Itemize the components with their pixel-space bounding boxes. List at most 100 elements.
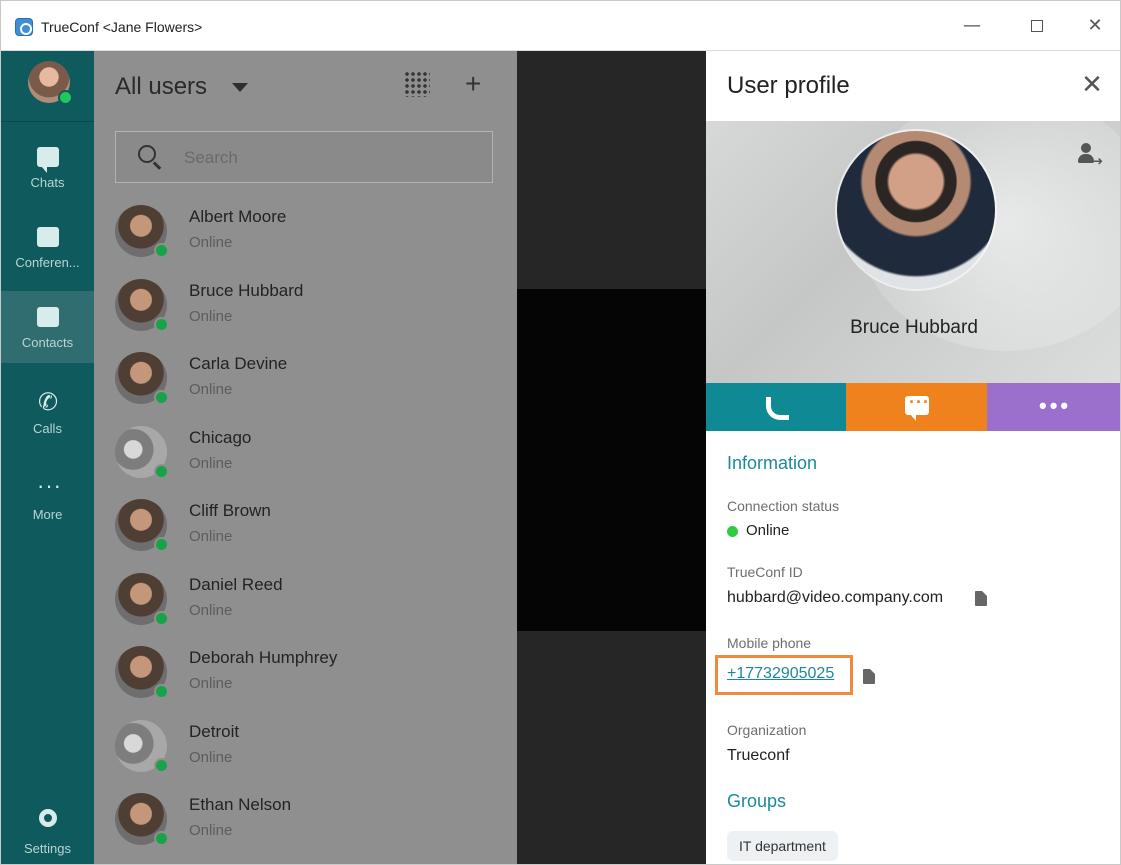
rail-item-label: Settings <box>24 841 71 856</box>
contact-name: Detroit <box>189 721 240 741</box>
rail-divider <box>1 121 94 122</box>
phone-icon <box>764 395 789 420</box>
chat-button[interactable] <box>846 383 987 431</box>
organization-value: Trueconf <box>727 747 790 764</box>
dialpad-icon[interactable] <box>404 71 430 97</box>
avatar <box>115 793 169 846</box>
contact-name: Daniel Reed <box>189 574 283 594</box>
trueconf-id-value: hubbard@video.company.com <box>727 589 944 606</box>
contacts-icon <box>37 307 59 327</box>
minimize-button[interactable]: — <box>955 11 989 41</box>
video-area <box>517 51 706 864</box>
rail-item-conferences[interactable]: Conferen... <box>1 211 94 283</box>
call-button[interactable] <box>706 383 846 431</box>
search-input[interactable] <box>184 144 474 172</box>
close-window-button[interactable]: ✕ <box>1078 11 1112 41</box>
connection-status-label: Connection status <box>727 498 840 514</box>
contact-row[interactable]: Deborah Humphrey Online <box>94 640 517 714</box>
trueconf-logo-icon <box>15 18 33 36</box>
information-heading: Information <box>727 453 818 473</box>
group-chip[interactable]: IT department <box>727 831 838 861</box>
contact-row[interactable]: Ethan Nelson Online <box>94 787 517 861</box>
rail-item-label: More <box>32 507 63 522</box>
contact-name: Cliff Brown <box>189 501 271 520</box>
maximize-icon <box>1031 20 1043 32</box>
contact-status: Online <box>189 234 233 251</box>
mobile-phone-link[interactable]: +17732905025 <box>727 665 834 683</box>
contacts-filter-title[interactable]: All users <box>115 73 207 101</box>
contact-status: Online <box>189 601 233 619</box>
contact-row[interactable]: Daniel Reed Online <box>94 567 517 641</box>
left-nav-rail: Chats Conferen... Contacts ✆ Calls ··· M… <box>1 51 94 864</box>
profile-title: User profile <box>727 72 850 99</box>
more-actions-button[interactable]: ••• <box>987 383 1120 431</box>
online-status-dot <box>727 526 738 537</box>
online-status-dot <box>154 684 169 699</box>
contact-row[interactable]: Albert Moore Online <box>94 199 517 273</box>
organization-label: Organization <box>727 722 807 738</box>
trueconf-id-label: TrueConf ID <box>727 564 803 580</box>
avatar <box>115 719 169 773</box>
mobile-phone-label: Mobile phone <box>727 635 812 651</box>
conference-icon <box>37 227 59 247</box>
add-contact-button[interactable]: + <box>465 69 481 99</box>
more-dots-icon: ··· <box>37 473 62 498</box>
online-status-dot <box>154 463 169 479</box>
user-profile-panel: User profile ✕ ➜ Bruce Hubbard ••• Infor… <box>706 51 1120 864</box>
contact-status: Online <box>189 307 233 325</box>
rail-item-settings[interactable]: Settings <box>1 803 94 863</box>
search-icon <box>138 145 156 163</box>
chats-icon <box>37 147 59 173</box>
window-title: TrueConf <Jane Flowers> <box>41 19 203 35</box>
rail-item-more[interactable]: ··· More <box>1 463 94 535</box>
online-status-dot <box>154 390 169 405</box>
chat-icon <box>905 392 930 421</box>
avatar <box>115 499 169 552</box>
avatar <box>115 572 169 626</box>
contact-row[interactable]: Detroit Online <box>94 714 517 788</box>
contact-row[interactable]: Cliff Brown Online <box>94 493 517 567</box>
profile-name: Bruce Hubbard <box>850 317 978 338</box>
contact-name: Deborah Humphrey <box>189 648 338 667</box>
online-status-dot <box>154 316 169 332</box>
contact-status: Online <box>189 822 233 839</box>
profile-hero: ➜ Bruce Hubbard <box>706 121 1120 383</box>
avatar <box>115 278 169 332</box>
contact-status: Online <box>189 528 233 545</box>
more-dots-icon: ••• <box>1039 393 1072 418</box>
my-avatar[interactable] <box>28 61 73 105</box>
contact-status: Online <box>189 748 233 766</box>
close-profile-button[interactable]: ✕ <box>1079 69 1105 101</box>
online-status-dot <box>154 757 169 773</box>
contact-row[interactable]: Carla Devine Online <box>94 346 517 420</box>
maximize-button[interactable] <box>1020 11 1054 41</box>
online-status-dot <box>58 90 73 105</box>
avatar <box>115 352 169 405</box>
contact-name: Ethan Nelson <box>189 795 292 814</box>
connection-status-value: Online <box>746 522 790 539</box>
contact-row[interactable]: Bruce Hubbard Online <box>94 273 517 347</box>
video-band <box>517 289 706 631</box>
contact-list: Albert Moore Online Bruce Hubbard Online… <box>94 199 517 861</box>
rail-item-contacts[interactable]: Contacts <box>1 291 94 363</box>
avatar <box>115 646 169 699</box>
rail-item-chats[interactable]: Chats <box>1 131 94 203</box>
profile-photo <box>837 131 995 289</box>
online-status-dot <box>154 610 169 626</box>
copy-icon[interactable] <box>975 591 987 606</box>
contact-name: Albert Moore <box>189 207 287 226</box>
contact-name: Carla Devine <box>189 354 288 373</box>
gear-icon <box>39 809 57 827</box>
rail-item-label: Calls <box>33 421 62 436</box>
contact-name: Bruce Hubbard <box>189 280 304 300</box>
search-box <box>115 131 493 183</box>
online-status-dot <box>154 537 169 552</box>
rail-item-calls[interactable]: ✆ Calls <box>1 377 94 449</box>
contacts-panel: All users + Albert Moore Online Bruce Hu… <box>94 51 517 864</box>
copy-icon[interactable] <box>863 669 875 684</box>
avatar <box>115 425 169 479</box>
contact-row[interactable]: Chicago Online <box>94 420 517 494</box>
share-contact-icon[interactable]: ➜ <box>1078 143 1103 169</box>
rail-item-label: Chats <box>30 175 65 190</box>
chevron-down-icon[interactable] <box>232 83 248 92</box>
